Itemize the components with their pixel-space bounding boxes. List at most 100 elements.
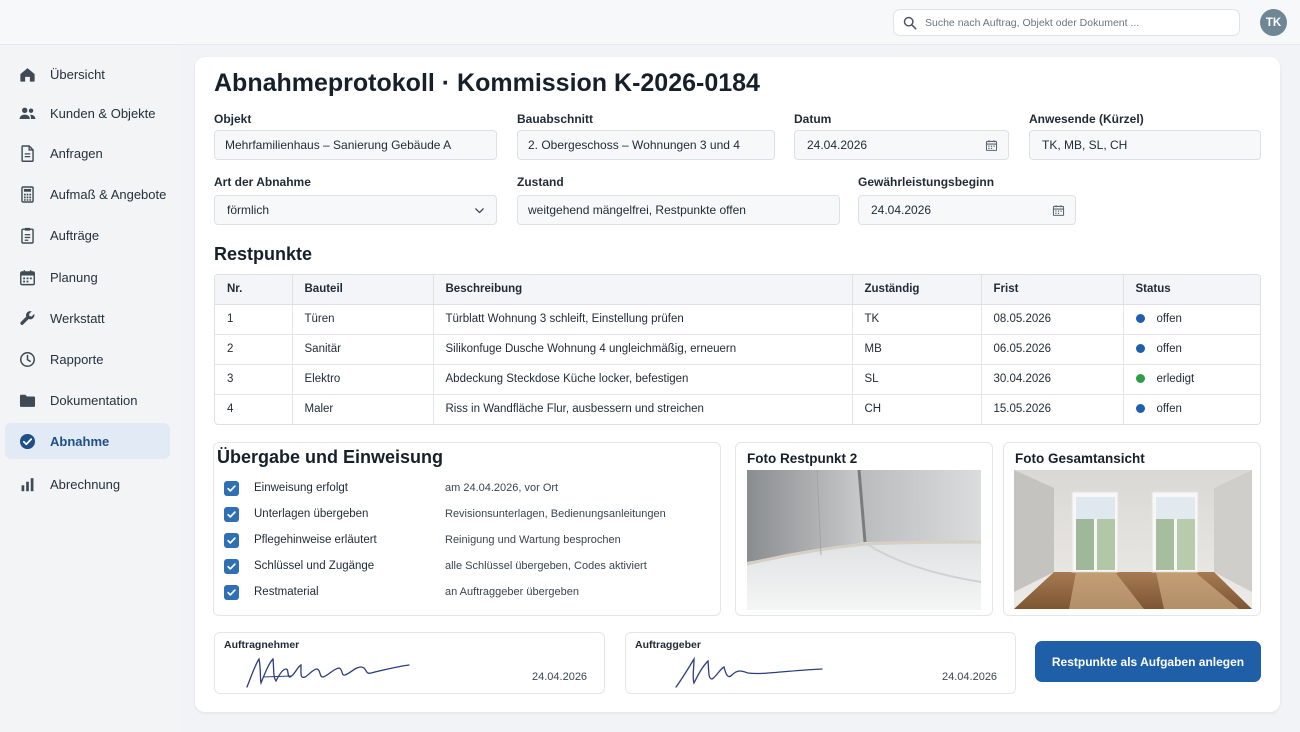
table-row[interactable]: 2 Sanitär Silikonfuge Dusche Wohnung 4 u…	[215, 334, 1260, 365]
checkbox-checked[interactable]	[224, 584, 239, 600]
checklist-item[interactable]: Einweisung erfolgt am 24.04.2026, vor Or…	[224, 478, 704, 498]
checklist-item[interactable]: Unterlagen übergeben Revisionsunterlagen…	[224, 504, 704, 524]
anwesende-field[interactable]: TK, MB, SL, CH	[1029, 130, 1261, 160]
clock-icon	[20, 351, 35, 367]
search-box[interactable]	[893, 9, 1240, 36]
sidebar-item-anfragen[interactable]: Anfragen	[5, 135, 170, 171]
signature-auftragnehmer[interactable]: Auftragnehmer 24.04.2026	[214, 632, 605, 694]
cell-zustaendig: CH	[852, 394, 982, 424]
sidebar-item-rapporte[interactable]: Rapporte	[5, 341, 170, 377]
cell-nr: 3	[215, 364, 293, 395]
restpunkte-title: Restpunkte	[214, 244, 313, 264]
checkmark-icon	[227, 510, 236, 518]
status-dot	[1135, 344, 1145, 353]
sidebar-item-planung[interactable]: Planung	[5, 259, 170, 295]
photo-restpunkt-title: Foto Restpunkt 2	[747, 451, 858, 466]
checklist-label: Pflegehinweise erläutert	[254, 534, 377, 546]
checklist-label: Unterlagen übergeben	[254, 508, 369, 520]
document-icon	[21, 144, 34, 162]
anwesende-label: Anwesende (Kürzel)	[1029, 112, 1144, 126]
status-dot	[1135, 374, 1145, 383]
create-tasks-button[interactable]: Restpunkte als Aufgaben anlegen	[1035, 641, 1261, 682]
table-row[interactable]: 4 Maler Riss in Wandfläche Flur, ausbess…	[215, 394, 1260, 424]
sidebar-item-label: Aufträge	[50, 227, 100, 243]
checkbox-checked[interactable]	[224, 532, 239, 548]
protocol-card: Abnahmeprotokoll · Kommission K-2026-018…	[195, 57, 1280, 712]
checkmark-icon	[227, 562, 236, 570]
checkbox-checked[interactable]	[224, 506, 239, 522]
check-circle-icon	[19, 433, 36, 449]
cell-zustaendig: SL	[852, 364, 982, 395]
sidebar-item-abnahme[interactable]: Abnahme	[5, 423, 170, 459]
checklist-item[interactable]: Schlüssel und Zugänge alle Schlüssel übe…	[224, 556, 704, 576]
sidebar-item-label: Werkstatt	[50, 310, 105, 326]
signature-label: Auftragnehmer	[224, 639, 300, 651]
sidebar-item-kunden-objekte[interactable]: Kunden & Objekte	[5, 95, 170, 131]
art-label: Art der Abnahme	[214, 175, 311, 189]
column-header[interactable]: Status	[1123, 275, 1260, 305]
photo-restpunkt-image[interactable]	[747, 470, 981, 610]
objekt-field[interactable]: Mehrfamilienhaus – Sanierung Gebäude A	[214, 130, 497, 160]
sidebar-item-label: Anfragen	[50, 145, 103, 161]
cell-status: offen	[1123, 334, 1260, 365]
bauabschnitt-label: Bauabschnitt	[517, 112, 594, 126]
sidebar-item-abrechnung[interactable]: Abrechnung	[5, 466, 170, 502]
folder-icon	[19, 394, 36, 407]
cell-beschreibung: Silikonfuge Dusche Wohnung 4 ungleichmäß…	[433, 334, 853, 365]
cell-zustaendig: TK	[852, 304, 982, 335]
sidebar-item-werkstatt[interactable]: Werkstatt	[5, 300, 170, 336]
sidebar-item-label: Übersicht	[50, 66, 105, 82]
signature-drawing	[675, 656, 823, 688]
calendar-icon[interactable]	[1052, 204, 1065, 217]
calculator-icon	[21, 185, 34, 203]
checklist-label: Einweisung erfolgt	[254, 482, 348, 494]
checklist-item[interactable]: Restmaterial an Auftraggeber übergeben	[224, 582, 704, 602]
cell-beschreibung: Abdeckung Steckdose Küche locker, befest…	[433, 364, 853, 395]
clipboard-icon	[21, 227, 34, 244]
cell-zustaendig: MB	[852, 334, 982, 365]
signature-label: Auftraggeber	[635, 639, 701, 651]
art-select[interactable]: förmlich	[214, 195, 497, 225]
cell-beschreibung: Türblatt Wohnung 3 schleift, Einstellung…	[433, 304, 853, 335]
cell-frist: 08.05.2026	[981, 304, 1124, 335]
column-header[interactable]: Beschreibung	[433, 275, 853, 305]
photo-gesamt-image[interactable]	[1014, 470, 1252, 609]
table-row[interactable]: 1 Türen Türblatt Wohnung 3 schleift, Ein…	[215, 304, 1260, 335]
objekt-label: Objekt	[214, 112, 252, 126]
cell-bauteil: Türen	[292, 304, 434, 335]
chevron-down-icon	[475, 208, 484, 214]
checklist-item[interactable]: Pflegehinweise erläutert Reinigung und W…	[224, 530, 704, 550]
column-header[interactable]: Frist	[981, 275, 1124, 305]
table-row[interactable]: 3 Elektro Abdeckung Steckdose Küche lock…	[215, 364, 1260, 395]
sidebar-item-uebersicht[interactable]: Übersicht	[5, 56, 170, 92]
checkmark-icon	[227, 536, 236, 544]
zustand-field[interactable]: weitgehend mängelfrei, Restpunkte offen	[517, 195, 840, 225]
column-header[interactable]: Bauteil	[292, 275, 434, 305]
user-avatar[interactable]: TK	[1260, 9, 1287, 36]
sidebar-item-aufmass-angebote[interactable]: Aufmaß & Angebote	[5, 176, 170, 212]
cell-nr: 1	[215, 304, 293, 335]
column-header[interactable]: Nr.	[215, 275, 293, 305]
photo-gesamt-title: Foto Gesamtansicht	[1015, 451, 1145, 466]
search-icon	[903, 16, 917, 29]
page-title: Abnahmeprotokoll · Kommission K-2026-018…	[214, 69, 760, 97]
calendar-icon[interactable]	[985, 139, 998, 152]
sidebar-item-auftraege[interactable]: Aufträge	[5, 217, 170, 253]
gewaehrleistung-field[interactable]: 24.04.2026	[858, 195, 1076, 225]
cell-status: erledigt	[1123, 364, 1260, 395]
sidebar-item-dokumentation[interactable]: Dokumentation	[5, 382, 170, 418]
status-text: offen	[1156, 403, 1182, 416]
cell-beschreibung: Riss in Wandfläche Flur, ausbessern und …	[433, 394, 853, 424]
checkbox-checked[interactable]	[224, 480, 239, 496]
search-input[interactable]	[925, 16, 1215, 29]
cell-nr: 4	[215, 394, 293, 424]
datum-field[interactable]: 24.04.2026	[794, 130, 1009, 160]
checkbox-checked[interactable]	[224, 558, 239, 574]
signature-auftraggeber[interactable]: Auftraggeber 24.04.2026	[625, 632, 1016, 694]
sidebar-item-label: Kunden & Objekte	[50, 105, 156, 121]
sidebar-item-label: Rapporte	[50, 351, 104, 367]
restpunkte-table: Nr. Bauteil Beschreibung Zuständig Frist…	[214, 274, 1261, 425]
bauabschnitt-field[interactable]: 2. Obergeschoss – Wohnungen 3 und 4	[517, 130, 775, 160]
calendar-icon	[20, 269, 35, 285]
column-header[interactable]: Zuständig	[852, 275, 982, 305]
